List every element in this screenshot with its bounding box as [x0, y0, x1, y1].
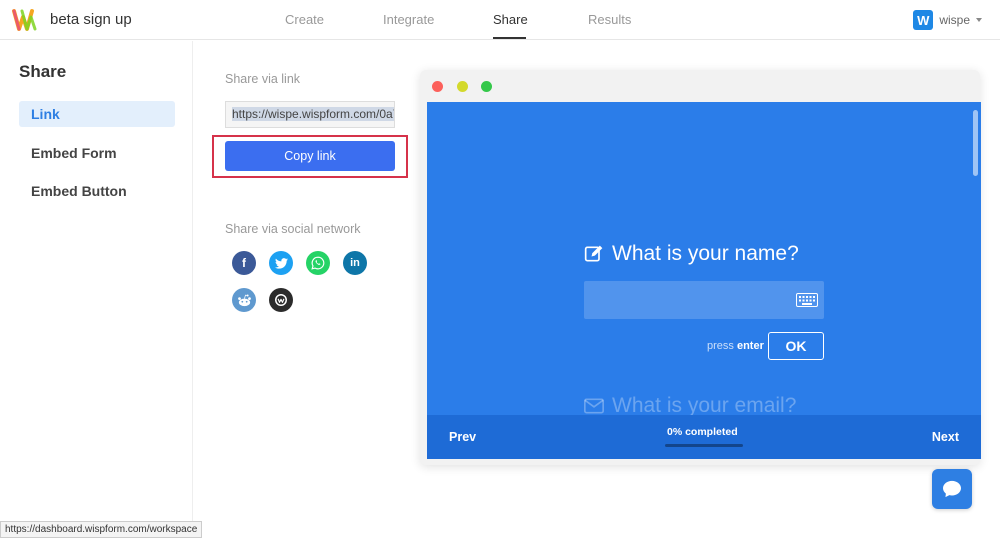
form-preview: What is your name? press enter OK What i…: [427, 102, 981, 459]
nav-results[interactable]: Results: [588, 12, 631, 27]
sidebar-item-embed-button[interactable]: Embed Button: [19, 178, 175, 204]
progress-label: 0% completed: [667, 426, 738, 438]
form-preview-window: What is your name? press enter OK What i…: [420, 70, 981, 465]
keyboard-icon: [796, 293, 818, 307]
reddit-alien-glyph: [237, 294, 251, 306]
chat-icon: [943, 480, 961, 498]
window-minimize-dot: [457, 81, 468, 92]
copy-link-button[interactable]: Copy link: [225, 141, 395, 171]
chat-support-button[interactable]: [932, 469, 972, 509]
share-social-label: Share via social network: [225, 222, 361, 236]
twitter-icon[interactable]: [269, 251, 293, 275]
workplace-icon[interactable]: [269, 288, 293, 312]
share-sidebar: Share Link Embed Form Embed Button: [0, 41, 193, 538]
email-icon: [584, 398, 604, 414]
reddit-icon[interactable]: [232, 288, 256, 312]
share-link-label: Share via link: [225, 72, 301, 86]
workplace-glyph: [275, 294, 287, 306]
preview-scrollbar[interactable]: [973, 110, 978, 176]
edit-icon: [584, 245, 603, 262]
nav-create[interactable]: Create: [285, 12, 324, 27]
chevron-down-icon: [976, 18, 982, 22]
whatsapp-icon[interactable]: [306, 251, 330, 275]
twitter-bird-glyph: [274, 257, 288, 269]
share-link-value: https://wispe.wispform.com/0a7: [232, 107, 394, 121]
whatsapp-glyph: [311, 256, 325, 270]
window-maximize-dot: [481, 81, 492, 92]
preview-footer: Prev 0% completed Next: [427, 415, 981, 459]
top-bar: beta sign up Create Integrate Share Resu…: [0, 0, 1000, 40]
ok-button[interactable]: OK: [768, 332, 824, 360]
answer-input[interactable]: [584, 281, 824, 319]
share-link-field[interactable]: https://wispe.wispform.com/0a7: [225, 101, 395, 128]
nav-active-indicator: [493, 37, 526, 39]
user-name: wispe: [939, 13, 970, 27]
sidebar-title: Share: [19, 62, 67, 81]
user-menu[interactable]: W wispe: [913, 9, 982, 31]
sidebar-item-link[interactable]: Link: [19, 101, 175, 127]
facebook-icon[interactable]: f: [232, 251, 256, 275]
next-button[interactable]: Next: [932, 430, 959, 444]
progress-bar: [665, 444, 743, 447]
question-title: What is your name?: [584, 242, 799, 266]
press-enter-hint: press enter: [707, 340, 764, 352]
window-close-dot: [432, 81, 443, 92]
question-text: What is your name?: [612, 242, 799, 265]
nav-share[interactable]: Share: [493, 12, 528, 27]
linkedin-icon[interactable]: in: [343, 251, 367, 275]
prev-button[interactable]: Prev: [449, 430, 476, 444]
user-avatar: W: [913, 10, 934, 30]
main-nav: Create Integrate Share Results: [0, 0, 1000, 40]
nav-integrate[interactable]: Integrate: [383, 12, 434, 27]
status-bar-url: https://dashboard.wispform.com/workspace: [0, 521, 203, 538]
sidebar-item-embed-form[interactable]: Embed Form: [19, 140, 175, 166]
